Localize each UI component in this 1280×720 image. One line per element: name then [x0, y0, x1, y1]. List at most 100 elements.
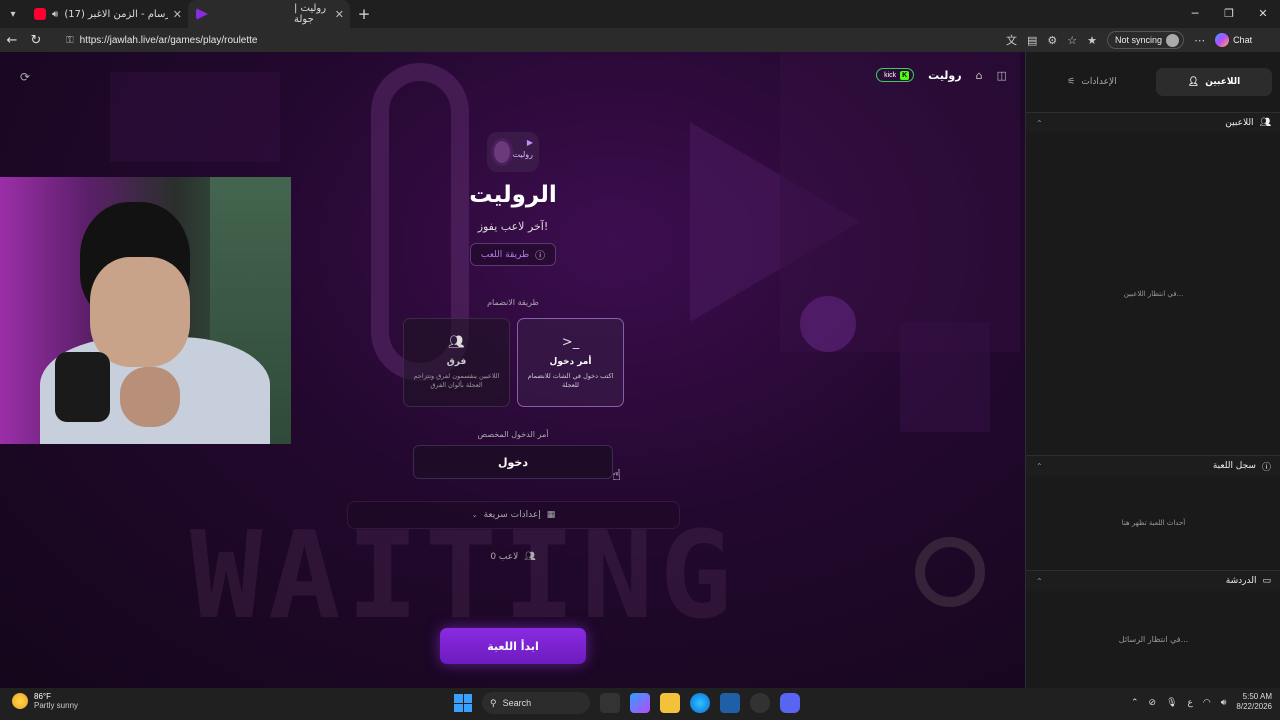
file-explorer-icon[interactable] [660, 693, 680, 713]
chevron-down-icon: ⌄ [471, 511, 478, 519]
close-tab-icon[interactable]: ✕ [335, 8, 344, 21]
join-option-teams[interactable]: 👥︎ فرق اللاعبين ينقسمون لفرق وتتزاحم الع… [403, 318, 510, 407]
reader-icon[interactable]: ▤ [1027, 34, 1037, 47]
kick-badge[interactable]: kick K [876, 68, 915, 82]
restore-button[interactable]: ❐ [1212, 0, 1246, 28]
terminal-icon: >_ [561, 335, 580, 350]
play-icon: ▶ [526, 138, 533, 147]
section-title: اللاعبين [1225, 118, 1254, 128]
roulette-disc-icon [491, 138, 513, 166]
url-text: https://jawlah.live/ar/games/play/roulet… [79, 34, 258, 46]
jawlah-icon [196, 8, 208, 20]
clock-date: 8/22/2026 [1236, 702, 1272, 712]
start-game-button[interactable]: ابدأ اللعبة [440, 628, 586, 664]
sidebar-tabs: 👤︎ اللاعبين ⚟ الإعدادات [1034, 68, 1272, 96]
microphone-icon[interactable]: 🎙︎ [1166, 697, 1177, 708]
webcam-overlay [0, 177, 291, 444]
back-button[interactable]: ← [0, 33, 24, 48]
chevron-up-icon: ⌃ [1036, 576, 1043, 586]
network-off-icon[interactable]: ⊘ [1149, 697, 1157, 708]
sync-label: Not syncing [1115, 35, 1163, 45]
kick-label: kick [884, 71, 897, 79]
edge-icon[interactable] [690, 693, 710, 713]
chat-section-header[interactable]: ▭ الدردشة ⌃ [1026, 571, 1280, 591]
clock[interactable]: 5:50 AM 8/22/2026 [1236, 692, 1272, 713]
game-subtitle: آخر لاعب يفوز! [477, 220, 549, 233]
more-menu-icon[interactable]: ⋯ [1194, 34, 1205, 47]
window-controls: ─ ❐ ✕ [1178, 0, 1280, 28]
game-top-nav: kick K روليت ⌂ ◫ [876, 68, 1007, 82]
task-view-icon[interactable] [600, 693, 620, 713]
search-label: Search [502, 698, 532, 708]
users-icon: 👥︎ [1259, 118, 1271, 128]
favorite-star-icon[interactable]: ☆ [1067, 34, 1077, 47]
store-icon[interactable] [720, 693, 740, 713]
chat-label: Chat [1233, 35, 1253, 45]
close-window-button[interactable]: ✕ [1246, 0, 1280, 28]
settings-icon: ▦ [546, 510, 556, 520]
translate-icon[interactable]: 文 [1006, 32, 1017, 48]
tab-list-menu-icon[interactable]: ▾ [0, 0, 26, 28]
players-empty: في انتظار اللاعبين... [1123, 290, 1184, 298]
join-option-desc: اللاعبين ينقسمون لفرق وتتزاحم العجلة بأل… [413, 372, 500, 390]
address-bar[interactable]: ⚿ https://jawlah.live/ar/games/play/roul… [66, 30, 996, 50]
volume-icon[interactable]: 🔊︎ [1221, 697, 1227, 708]
obs-icon[interactable] [750, 693, 770, 713]
section-title: الدردشة [1225, 576, 1257, 586]
section-title: سجل اللعبة [1212, 461, 1256, 471]
tab-settings[interactable]: ⚟ الإعدادات [1034, 68, 1150, 96]
language-icon[interactable]: ع [1188, 697, 1193, 708]
site-info-icon[interactable]: ⚿ [66, 35, 74, 46]
windows-start-icon[interactable] [454, 694, 472, 712]
tab-youtube[interactable]: 🔊︎ (17) حسام الرسام - الزمن الاغبر ✕ [26, 0, 188, 28]
reload-button[interactable]: ↻ [24, 33, 48, 48]
game-title: الروليت [469, 182, 557, 208]
taskbar-apps: ⚲ Search [454, 692, 800, 714]
refresh-icon[interactable]: ⟳ [20, 70, 30, 84]
chat-bubble-icon: ▭ [1262, 576, 1271, 586]
wifi-icon[interactable]: ◠ [1203, 697, 1211, 708]
extension-icon[interactable]: ⚙ [1047, 34, 1057, 47]
brand-title: روليت [928, 68, 962, 82]
close-tab-icon[interactable]: ✕ [173, 8, 182, 21]
copilot-app-icon[interactable] [630, 693, 650, 713]
partly-sunny-icon [12, 693, 28, 709]
search-icon: ⚲ [490, 697, 497, 708]
tab-roulette[interactable]: روليت | جولة ✕ [188, 0, 350, 28]
player-count: 0 لاعب 👥︎ [353, 552, 673, 562]
youtube-icon [34, 8, 46, 20]
info-icon: ⓘ [535, 251, 546, 262]
chat-empty: في انتظار الرسائل... [1118, 634, 1189, 644]
favorites-icon[interactable]: ★ [1087, 34, 1097, 47]
chevron-up-icon[interactable]: ⌃ [1131, 697, 1139, 708]
tab-label: اللاعبين [1205, 77, 1241, 87]
join-option-command[interactable]: >_ أمر دخول اكتب دخول في الشات للانضمام … [517, 318, 624, 407]
chevron-up-icon: ⌃ [1036, 461, 1043, 471]
users-icon: 👥︎ [448, 335, 465, 350]
weather-desc: Partly sunny [34, 701, 79, 710]
copilot-chat-button[interactable]: Chat [1215, 33, 1252, 47]
game-log-empty: أحداث اللعبة تظهر هنا [1121, 519, 1186, 527]
how-to-play-button[interactable]: طريقة اللعب ⓘ [469, 243, 557, 266]
mouse-cursor: ☝ [612, 466, 622, 484]
minimize-button[interactable]: ─ [1178, 0, 1212, 28]
quick-settings-toggle[interactable]: ⌄ إعدادات سريعة ▦ [347, 501, 680, 529]
speaker-icon[interactable]: 🔊︎ [52, 9, 58, 20]
tab-players[interactable]: 👤︎ اللاعبين [1156, 68, 1272, 96]
browser-tools: 文 ▤ ⚙ ☆ ★ Not syncing ⋯ Chat [1006, 31, 1252, 49]
sidebar-toggle-icon[interactable]: ◫ [997, 69, 1007, 82]
sidebar: 👤︎ اللاعبين ⚟ الإعدادات 👥︎ اللاعبين ⌃ في… [1025, 52, 1280, 688]
game-log-section-header[interactable]: ⓘ سجل اللعبة ⌃ [1026, 456, 1280, 476]
sync-button[interactable]: Not syncing [1107, 31, 1185, 49]
home-icon[interactable]: ⌂ [976, 69, 983, 82]
discord-icon[interactable] [780, 693, 800, 713]
players-section-header[interactable]: 👥︎ اللاعبين ⌃ [1026, 113, 1280, 133]
weather-widget[interactable]: 86°F Partly sunny [12, 692, 78, 710]
taskbar-search[interactable]: ⚲ Search [482, 692, 590, 714]
new-tab-button[interactable]: + [350, 5, 378, 23]
users-icon: 👤︎ [1187, 77, 1200, 87]
chat-section: ▭ الدردشة ⌃ في انتظار الرسائل... [1026, 570, 1280, 687]
chevron-up-icon: ⌃ [1036, 118, 1043, 128]
info-icon: ⓘ [1261, 462, 1271, 473]
custom-command-input[interactable] [413, 445, 613, 479]
